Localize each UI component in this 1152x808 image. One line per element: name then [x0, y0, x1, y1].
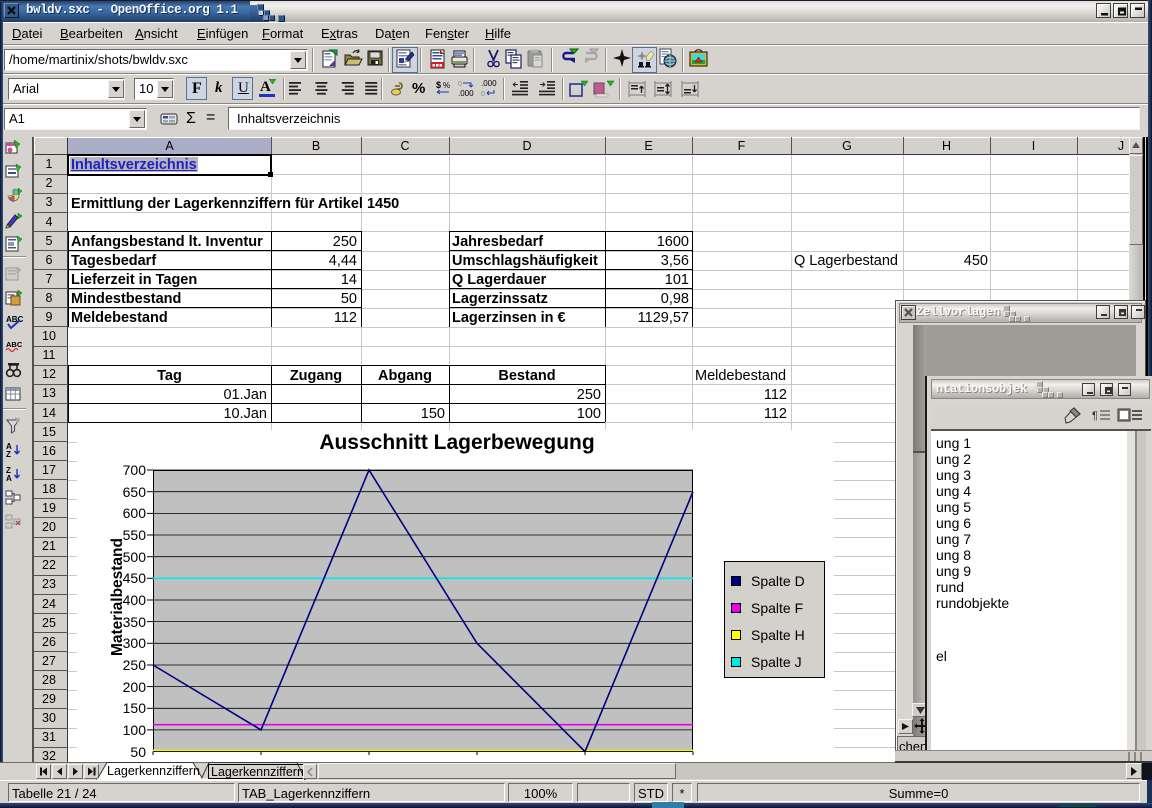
svg-text:0: 0: [458, 81, 462, 88]
svg-text:A: A: [6, 474, 12, 483]
svg-text:$: $: [436, 80, 441, 90]
svg-text:0: 0: [481, 91, 485, 98]
svg-text:ABC: ABC: [6, 340, 23, 349]
svg-text:Z: Z: [6, 450, 11, 459]
svg-text:%: %: [443, 81, 450, 90]
svg-text:ABC: ABC: [6, 315, 24, 324]
svg-text:.000: .000: [481, 80, 497, 88]
svg-text:.000: .000: [458, 89, 474, 98]
svg-text:¶: ¶: [1092, 410, 1098, 422]
